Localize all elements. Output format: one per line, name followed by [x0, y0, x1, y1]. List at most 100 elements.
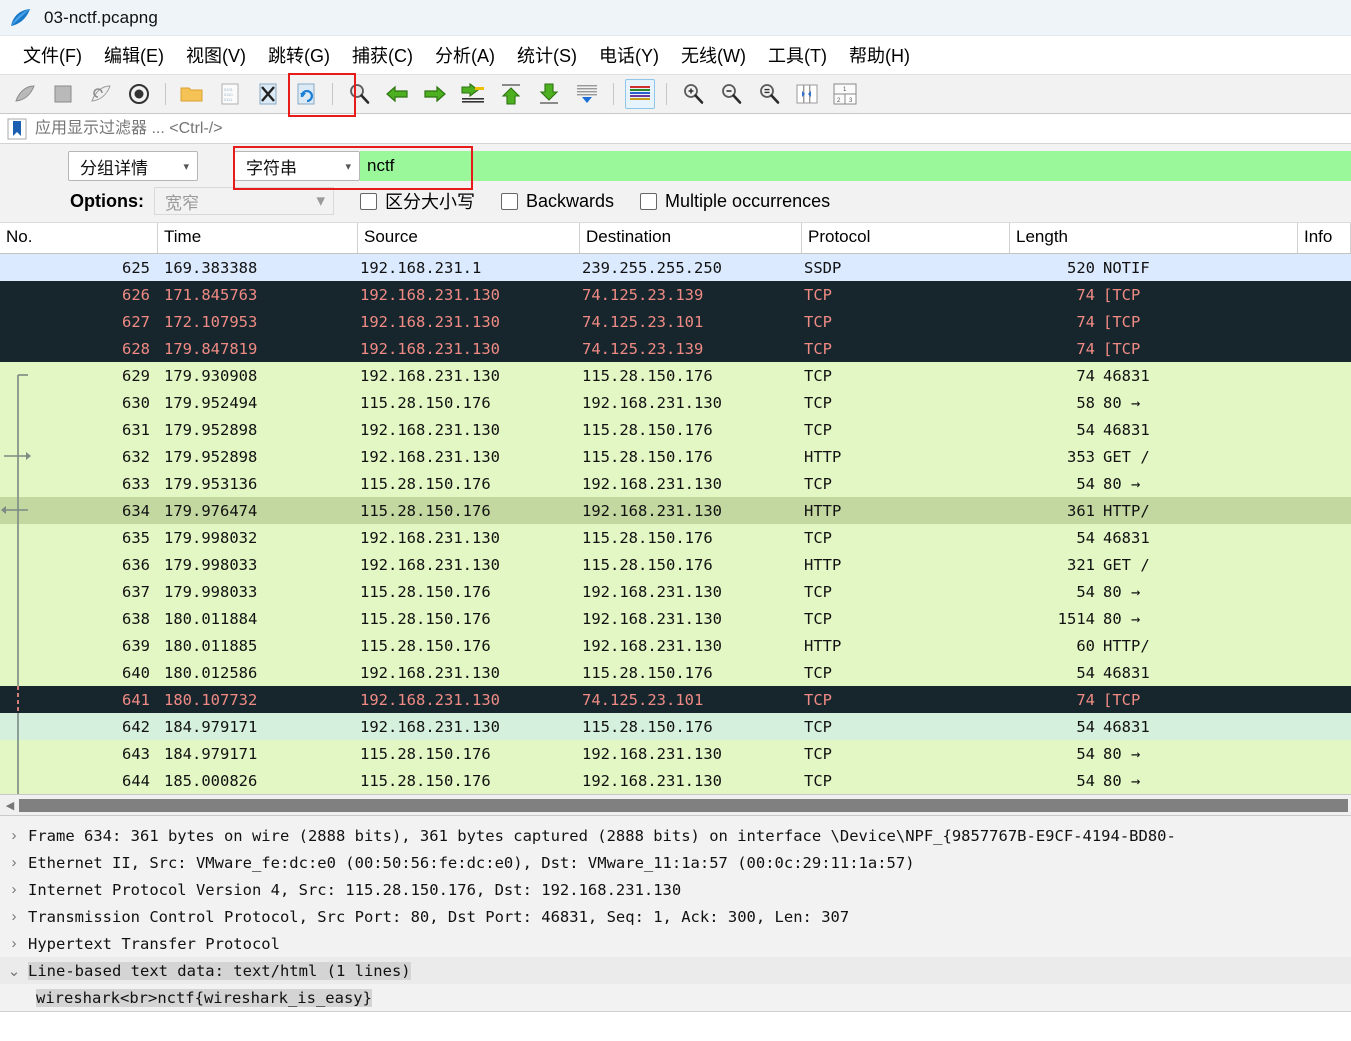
detail-tcp[interactable]: › Transmission Control Protocol, Src Port… [0, 903, 1351, 930]
chevron-right-icon[interactable]: › [0, 881, 28, 898]
go-back-icon[interactable] [382, 79, 412, 109]
detail-http[interactable]: › Hypertext Transfer Protocol [0, 930, 1351, 957]
open-file-icon[interactable] [177, 79, 207, 109]
packet-row[interactable]: 630 179.952494 115.28.150.176 192.168.231.1… [0, 389, 1351, 416]
backwards-checkbox-box[interactable] [501, 192, 518, 210]
find-char-width-combo[interactable]: 宽窄 ▾ [154, 187, 334, 215]
detail-ipv4[interactable]: › Internet Protocol Version 4, Src: 115.2… [0, 876, 1351, 903]
backwards-checkbox[interactable]: Backwards [501, 191, 614, 212]
packet-row[interactable]: 644 185.000826 115.28.150.176 192.168.231.1… [0, 767, 1351, 794]
menu-help[interactable]: 帮助(H) [838, 40, 921, 70]
packet-source: 115.28.150.176 [360, 609, 491, 628]
find-search-type-combo[interactable]: 字符串 ▾ [234, 151, 360, 181]
packet-row[interactable]: 641 180.107732 192.168.231.130 74.125.23.10… [0, 686, 1351, 713]
zoom-out-icon[interactable] [716, 79, 746, 109]
scrollbar-thumb[interactable] [18, 797, 1349, 813]
packet-row[interactable]: 632 179.952898 192.168.231.130 115.28.150.1… [0, 443, 1351, 470]
packet-row[interactable]: 642 184.979171 192.168.231.130 115.28.150.1… [0, 713, 1351, 740]
start-capture-icon[interactable] [10, 79, 40, 109]
resize-columns-icon[interactable] [792, 79, 822, 109]
packet-row[interactable]: 633 179.953136 115.28.150.176 192.168.231.1… [0, 470, 1351, 497]
scroll-left-arrow-icon[interactable]: ◀ [2, 799, 18, 812]
packet-row[interactable]: 626 171.845763 192.168.231.130 74.125.23.13… [0, 281, 1351, 308]
packet-row[interactable]: 643 184.979171 115.28.150.176 192.168.231.1… [0, 740, 1351, 767]
auto-scroll-icon[interactable] [572, 79, 602, 109]
menu-statistics[interactable]: 统计(S) [506, 40, 588, 70]
detail-flag-value[interactable]: wireshark<br>nctf{wireshark_is_easy} [36, 988, 372, 1007]
menu-analyze[interactable]: 分析(A) [424, 40, 506, 70]
zoom-reset-icon[interactable] [754, 79, 784, 109]
packet-list-body[interactable]: 625 169.383388 192.168.231.1 239.255.255.25… [0, 254, 1351, 794]
menu-view[interactable]: 视图(V) [175, 40, 257, 70]
chevron-right-icon[interactable]: › [0, 854, 28, 871]
detail-line-based-text-value-row[interactable]: wireshark<br>nctf{wireshark_is_easy} [0, 984, 1351, 1011]
column-header-protocol[interactable]: Protocol [802, 223, 1010, 253]
packet-length: 54 [1076, 771, 1095, 790]
column-header-info[interactable]: Info [1298, 223, 1351, 253]
zoom-in-icon[interactable] [678, 79, 708, 109]
packet-row[interactable]: 627 172.107953 192.168.231.130 74.125.23.10… [0, 308, 1351, 335]
packet-row[interactable]: 638 180.011884 115.28.150.176 192.168.231.1… [0, 605, 1351, 632]
packet-list-horizontal-scrollbar[interactable]: ◀ [0, 794, 1351, 816]
packet-source: 115.28.150.176 [360, 636, 491, 655]
display-filter-bar [0, 114, 1351, 144]
packet-time: 171.845763 [164, 285, 258, 304]
multiple-occurrences-checkbox-box[interactable] [640, 192, 658, 210]
column-header-destination[interactable]: Destination [580, 223, 802, 253]
find-packet-icon[interactable] [344, 79, 374, 109]
reload-file-icon[interactable] [291, 79, 321, 109]
menu-tools[interactable]: 工具(T) [757, 40, 838, 70]
column-header-no[interactable]: No. [0, 223, 158, 253]
menu-wireless[interactable]: 无线(W) [670, 40, 757, 70]
chevron-right-icon[interactable]: › [0, 908, 28, 925]
detail-ethernet[interactable]: › Ethernet II, Src: VMware_fe:dc:e0 (00:5… [0, 849, 1351, 876]
close-file-icon[interactable] [253, 79, 283, 109]
packet-row[interactable]: 634 179.976474 115.28.150.176 192.168.231.1… [0, 497, 1351, 524]
packet-row[interactable]: 639 180.011885 115.28.150.176 192.168.231.1… [0, 632, 1351, 659]
packet-detail-pane[interactable]: › Frame 634: 361 bytes on wire (2888 bits… [0, 816, 1351, 1041]
packet-row[interactable]: 635 179.998032 192.168.231.130 115.28.150.1… [0, 524, 1351, 551]
packet-destination: 115.28.150.176 [582, 447, 713, 466]
go-forward-icon[interactable] [420, 79, 450, 109]
stop-capture-icon[interactable] [48, 79, 78, 109]
column-header-source[interactable]: Source [358, 223, 580, 253]
packet-row[interactable]: 628 179.847819 192.168.231.130 74.125.23.13… [0, 335, 1351, 362]
menu-telephony[interactable]: 电话(Y) [588, 40, 670, 70]
save-file-icon[interactable]: 0101 0110 0111 [215, 79, 245, 109]
packet-time: 179.952494 [164, 393, 258, 412]
chevron-right-icon[interactable]: › [0, 935, 28, 952]
multiple-occurrences-checkbox[interactable]: Multiple occurrences [640, 191, 830, 212]
column-header-time[interactable]: Time [158, 223, 358, 253]
packet-no: 644 [122, 771, 150, 790]
menu-go[interactable]: 跳转(G) [257, 40, 341, 70]
packet-source: 115.28.150.176 [360, 474, 491, 493]
case-sensitive-checkbox-box[interactable] [360, 192, 377, 210]
packet-row[interactable]: 625 169.383388 192.168.231.1 239.255.255.25… [0, 254, 1351, 281]
go-to-first-packet-icon[interactable] [496, 79, 526, 109]
packet-row[interactable]: 629 179.930908 192.168.231.130 115.28.150.1… [0, 362, 1351, 389]
restart-capture-icon[interactable] [86, 79, 116, 109]
layout-icon[interactable]: 123 [830, 79, 860, 109]
detail-line-based-text-data[interactable]: ⌄ Line-based text data: text/html (1 line… [0, 957, 1351, 984]
menu-capture[interactable]: 捕获(C) [341, 40, 424, 70]
display-filter-input[interactable] [33, 115, 1351, 142]
case-sensitive-checkbox[interactable]: 区分大小写 [360, 188, 475, 214]
find-search-input[interactable] [360, 151, 1351, 181]
find-search-in-combo[interactable]: 分组详情 ▾ [68, 151, 198, 181]
bookmark-icon[interactable] [4, 116, 30, 142]
packet-row[interactable]: 640 180.012586 192.168.231.130 115.28.150.1… [0, 659, 1351, 686]
chevron-down-icon[interactable]: ⌄ [0, 962, 28, 980]
chevron-right-icon[interactable]: › [0, 827, 28, 844]
packet-row[interactable]: 636 179.998033 192.168.231.130 115.28.150.1… [0, 551, 1351, 578]
menu-file[interactable]: 文件(F) [12, 40, 93, 70]
packet-no: 635 [122, 528, 150, 547]
colorize-packets-icon[interactable] [625, 79, 655, 109]
packet-row[interactable]: 637 179.998033 115.28.150.176 192.168.231.1… [0, 578, 1351, 605]
go-to-packet-icon[interactable] [458, 79, 488, 109]
column-header-length[interactable]: Length [1010, 223, 1298, 253]
capture-options-icon[interactable] [124, 79, 154, 109]
menu-edit[interactable]: 编辑(E) [93, 40, 175, 70]
packet-row[interactable]: 631 179.952898 192.168.231.130 115.28.150.1… [0, 416, 1351, 443]
detail-frame[interactable]: › Frame 634: 361 bytes on wire (2888 bits… [0, 822, 1351, 849]
go-to-last-packet-icon[interactable] [534, 79, 564, 109]
